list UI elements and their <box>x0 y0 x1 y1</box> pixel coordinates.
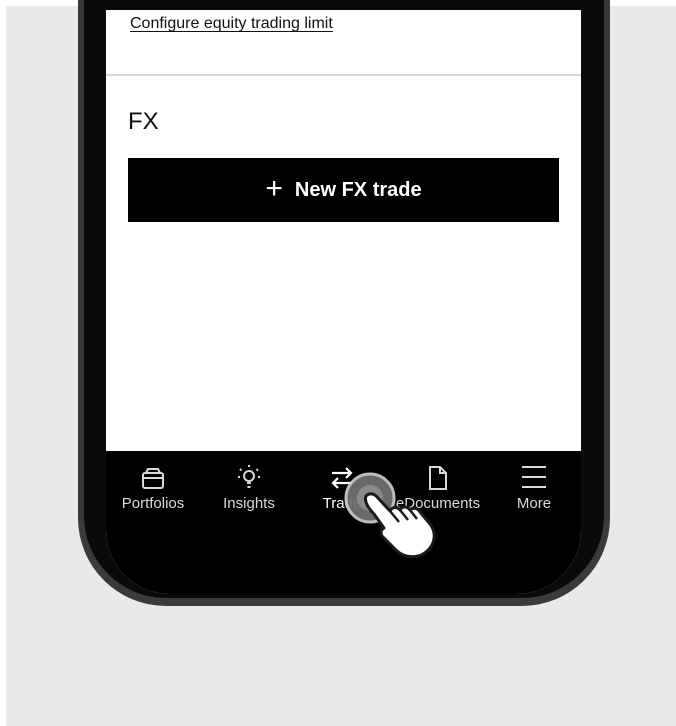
tab-label-insights: Insights <box>223 495 275 512</box>
plus-icon: + <box>265 171 283 205</box>
tab-portfolios[interactable]: Portfolios <box>107 457 199 512</box>
new-fx-trade-label: New FX trade <box>294 178 422 201</box>
configure-equity-limit-link[interactable]: Configure equity trading limit <box>130 15 333 33</box>
lightbulb-icon <box>203 457 295 491</box>
menu-icon <box>488 457 580 491</box>
tab-label-portfolios: Portfolios <box>121 495 185 512</box>
tab-label-more: More <box>516 495 552 512</box>
section-divider <box>106 74 581 76</box>
new-fx-trade-button[interactable]: + New FX trade <box>128 158 559 222</box>
tap-hand-pointer-icon <box>344 472 444 562</box>
portfolio-icon <box>107 457 199 491</box>
fx-section-title: FX <box>128 108 159 135</box>
tab-more[interactable]: More <box>488 457 580 512</box>
tab-insights[interactable]: Insights <box>203 457 295 512</box>
